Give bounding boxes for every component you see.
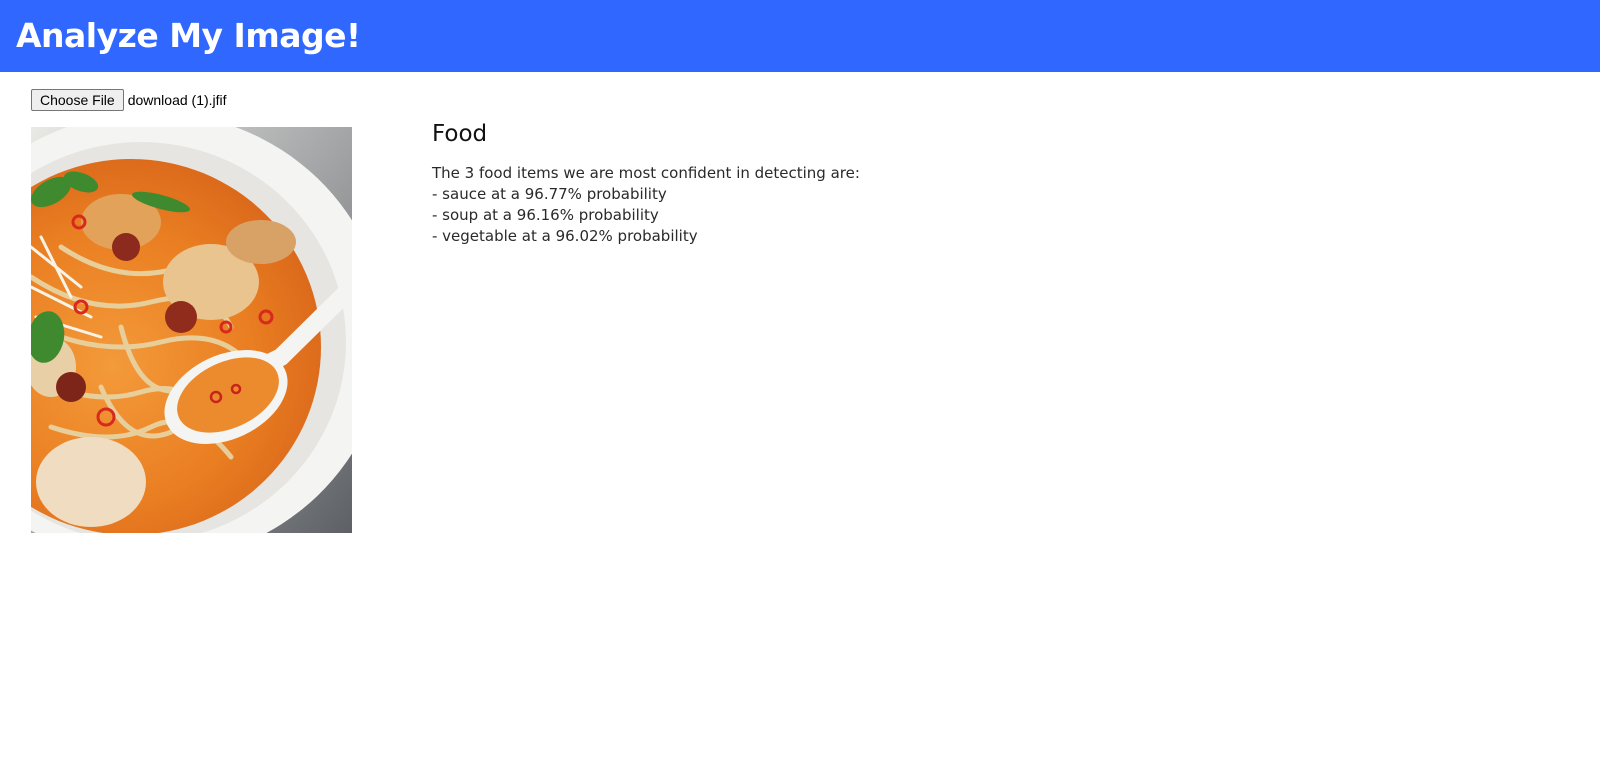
result-item: - vegetable at a 96.02% probability xyxy=(432,227,698,245)
app-title: Analyze My Image! xyxy=(16,16,361,55)
result-intro: The 3 food items we are most confident i… xyxy=(432,164,860,182)
selected-file-name: download (1).jfif xyxy=(127,92,227,108)
result-text: The 3 food items we are most confident i… xyxy=(432,163,860,247)
file-upload-row: Choose File download (1).jfif xyxy=(31,88,227,112)
food-photo-image xyxy=(31,127,352,533)
app-header: Analyze My Image! xyxy=(0,0,1600,72)
uploaded-food-image xyxy=(31,127,352,533)
result-panel: Food The 3 food items we are most confid… xyxy=(432,117,860,247)
result-heading: Food xyxy=(432,121,488,147)
choose-file-button[interactable]: Choose File xyxy=(31,89,124,111)
result-item: - sauce at a 96.77% probability xyxy=(432,185,667,203)
result-item: - soup at a 96.16% probability xyxy=(432,206,659,224)
